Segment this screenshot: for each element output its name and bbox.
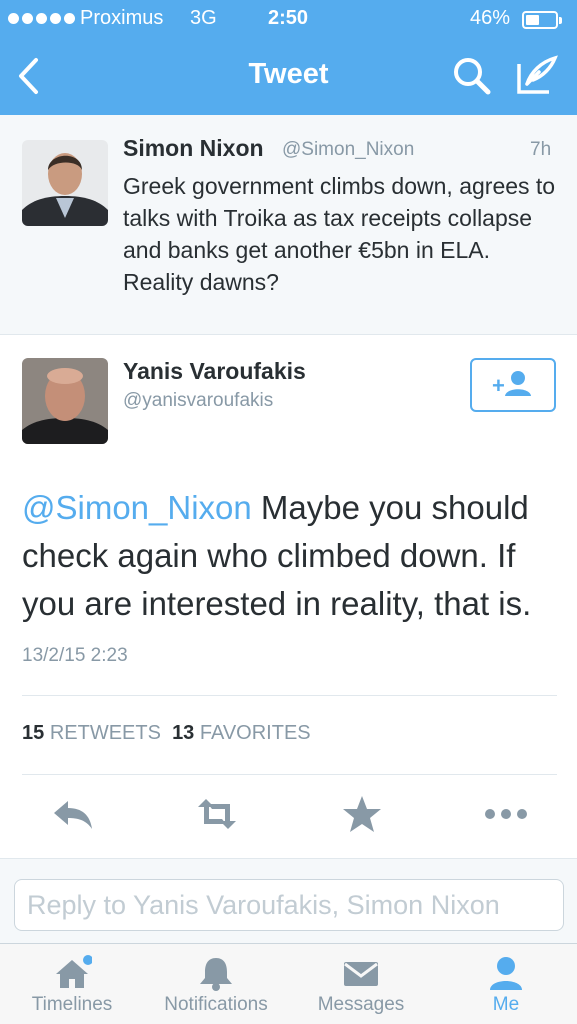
retweet-button[interactable] [192,793,238,835]
avatar[interactable] [22,358,108,444]
search-icon [454,58,491,95]
mention-link[interactable]: @Simon_Nixon [22,489,252,526]
user-photo-icon [22,358,108,444]
carrier-name: Proximus [80,7,164,29]
reply-icon [54,801,92,829]
user-photo-icon [22,140,108,226]
avatar[interactable] [22,140,108,226]
tab-label: Messages [317,994,405,1015]
favorites-count: 13 [172,722,195,744]
svg-text:+: + [492,373,505,398]
parent-author-name[interactable]: Simon Nixon [123,135,264,162]
parent-timestamp: 7h [530,139,552,160]
parent-tweet-text: Greek government climbs down, agrees to … [123,173,556,295]
search-button[interactable] [452,56,492,96]
star-icon [343,796,381,832]
add-user-icon: + [492,371,531,398]
tab-label: Notifications [164,994,268,1015]
compose-button[interactable] [515,54,559,96]
compose-icon [517,55,558,94]
divider [22,774,557,775]
reply-input[interactable] [14,879,564,931]
status-bar: Proximus 3G 2:50 46% [0,0,577,38]
divider [22,695,557,696]
top-bar: Proximus 3G 2:50 46% Tweet [0,0,577,115]
retweets-count: 15 [22,722,45,744]
person-icon [490,957,522,990]
battery-icon [522,11,562,29]
more-icon [485,809,527,819]
tab-messages[interactable]: Messages [291,948,431,1024]
tweet-stats: 15 RETWEETS 13 FAVORITES [22,722,311,745]
favorites-label: FAVORITES [199,722,311,744]
favorite-button[interactable] [339,793,385,835]
battery-percent: 46% [470,7,511,29]
reply-button[interactable] [50,793,96,835]
home-icon [56,955,92,988]
parent-author-handle[interactable]: @Simon_Nixon [282,139,414,161]
network-type: 3G [190,7,217,29]
more-button[interactable] [483,793,529,835]
retweets-stat[interactable]: 15 RETWEETS [22,722,161,744]
favorites-stat[interactable]: 13 FAVORITES [172,722,311,744]
follow-button[interactable]: + [470,358,556,412]
author-handle[interactable]: @yanisvaroufakis [123,390,273,412]
author-name[interactable]: Yanis Varoufakis [123,358,306,385]
tab-notifications[interactable]: Notifications [146,948,286,1024]
status-time: 2:50 [268,7,309,29]
tab-label: Timelines [31,994,113,1015]
tweet-date: 13/2/15 2:23 [22,645,128,666]
tab-me[interactable]: Me [436,948,576,1024]
tab-label: Me [492,994,520,1015]
retweets-label: RETWEETS [49,722,161,744]
envelope-icon [344,962,378,986]
tab-timelines[interactable]: Timelines [2,948,142,1024]
retweet-icon [198,799,236,829]
signal-strength-icon [8,13,75,24]
tweet-text: @Simon_Nixon Maybe you should check agai… [22,484,567,628]
bell-icon [200,958,232,991]
